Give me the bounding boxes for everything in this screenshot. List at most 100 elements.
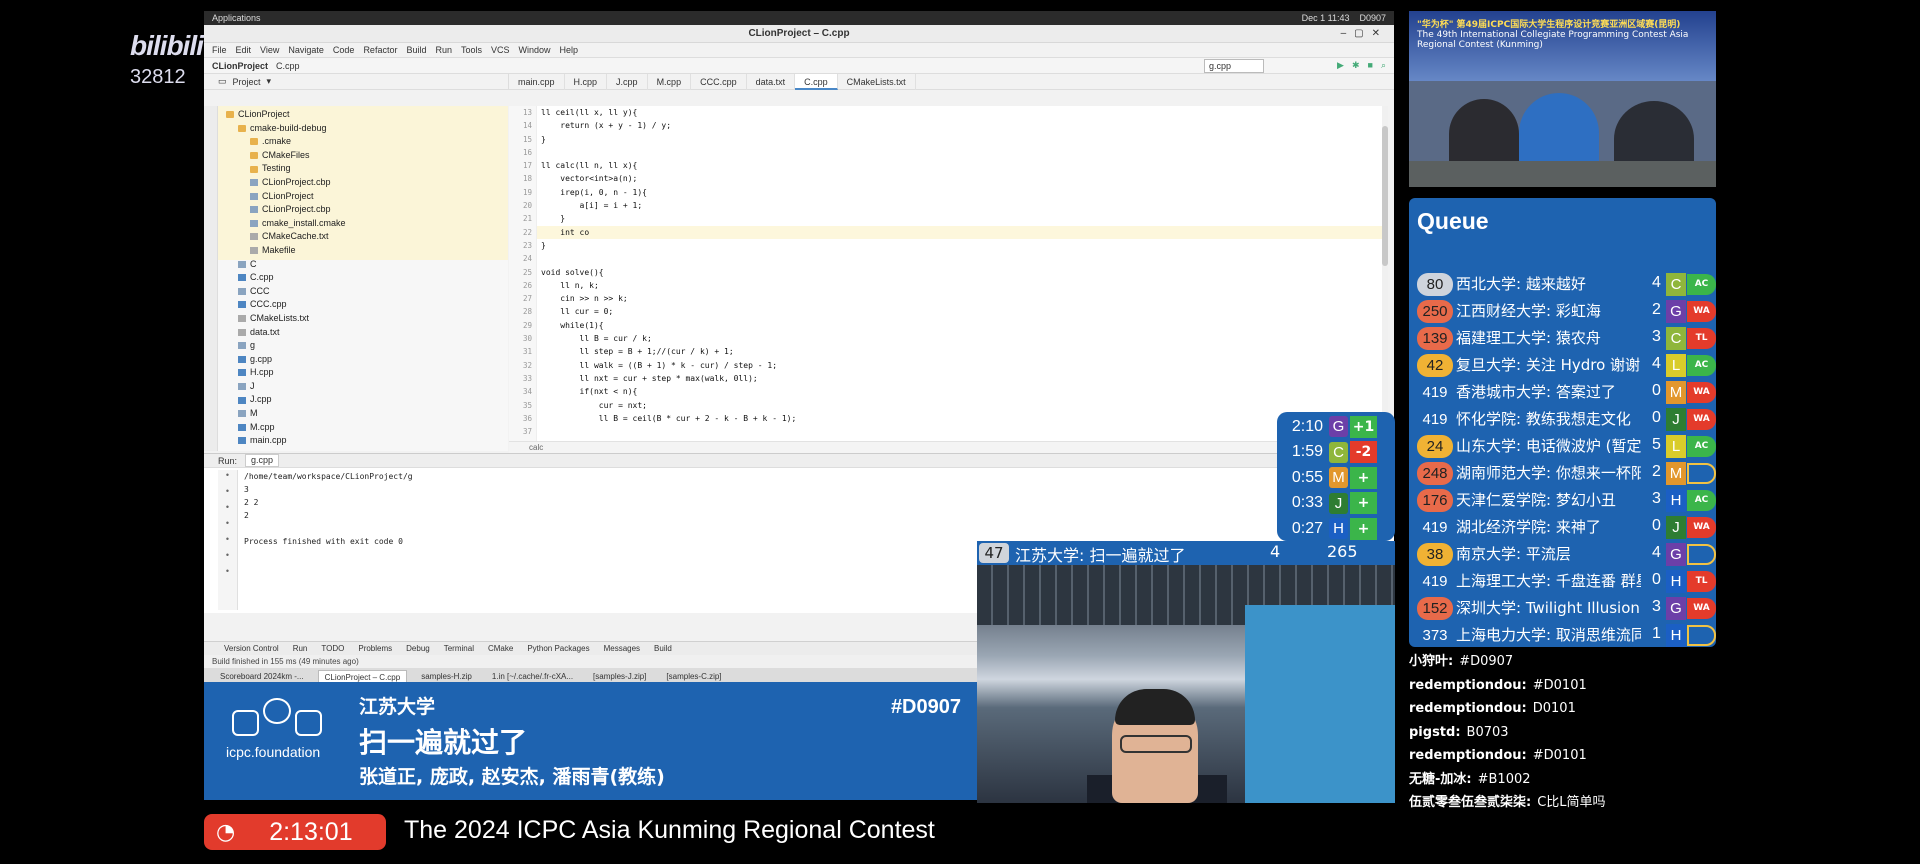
nav-file[interactable]: C.cpp — [276, 61, 300, 71]
tree-item[interactable]: J — [218, 380, 508, 394]
menu-item-file[interactable]: File — [212, 45, 227, 55]
tree-item[interactable]: Makefile — [218, 244, 508, 258]
print-icon[interactable]: • — [218, 534, 237, 550]
feed-row: 0:55 M + — [1277, 465, 1395, 491]
editor-tab[interactable]: CMakeLists.txt — [838, 73, 916, 90]
queue-solved: 0 — [1652, 409, 1661, 426]
menu-item-help[interactable]: Help — [560, 45, 579, 55]
queue-team: 怀化学院: 教练我想走文化 — [1456, 410, 1631, 428]
tree-item[interactable]: M.cpp — [218, 421, 508, 435]
code-editor[interactable]: ll ceil(ll x, ll y){ return (x + y - 1) … — [537, 106, 1387, 441]
tree-item[interactable]: C — [218, 258, 508, 272]
team-label: 江苏大学: 扫一遍就过了 — [1015, 546, 1186, 565]
menu-item-view[interactable]: View — [260, 45, 279, 55]
code-line: ll cur = 0; — [541, 307, 614, 317]
bottom-tool-tab[interactable]: Build — [654, 644, 672, 653]
queue-rank: 248 — [1417, 462, 1453, 485]
wrap-icon[interactable]: • — [218, 518, 237, 534]
tree-item[interactable]: CMakeLists.txt — [218, 312, 508, 326]
tree-item[interactable]: .cmake — [218, 135, 508, 149]
stop-icon[interactable]: • — [218, 486, 237, 502]
problem-badge: J — [1666, 408, 1686, 431]
tree-item[interactable]: g.cpp — [218, 353, 508, 367]
editor-tab[interactable]: J.cpp — [607, 73, 648, 90]
run-config-select[interactable]: g.cpp — [1204, 59, 1264, 73]
rerun-icon[interactable]: • — [218, 470, 237, 486]
stop-icon[interactable]: ■ — [1368, 60, 1373, 71]
clock-date: Dec 1 11:43 — [1301, 13, 1350, 23]
menu-item-window[interactable]: Window — [519, 45, 551, 55]
tree-item[interactable]: CLionProject — [218, 108, 508, 122]
bottom-tool-tab[interactable]: TODO — [321, 644, 344, 653]
run-panel-header: Run: g.cpp — [204, 454, 1394, 468]
applications-menu[interactable]: Applications — [212, 13, 261, 23]
bottom-tool-tab[interactable]: Problems — [358, 644, 392, 653]
tree-item[interactable]: g — [218, 339, 508, 353]
tree-item[interactable]: J.cpp — [218, 393, 508, 407]
editor-tab[interactable]: M.cpp — [648, 73, 692, 90]
file-icon — [250, 206, 258, 214]
tree-item-label: CMakeCache.txt — [262, 231, 329, 242]
tree-item[interactable]: CLionProject.cbp — [218, 176, 508, 190]
editor-tab[interactable]: CCC.cpp — [691, 73, 747, 90]
tree-item[interactable]: CMakeFiles — [218, 149, 508, 163]
window-controls[interactable]: –▢✕ — [1341, 25, 1388, 43]
bottom-tool-tab[interactable]: Messages — [604, 644, 640, 653]
tree-item[interactable]: CMakeCache.txt — [218, 230, 508, 244]
nav-project[interactable]: CLionProject — [212, 61, 268, 71]
run-icon[interactable]: ▶ — [1337, 60, 1344, 71]
menu-item-navigate[interactable]: Navigate — [288, 45, 324, 55]
queue-result: WA — [1687, 598, 1716, 619]
window-title-bar: CLionProject – C.cpp –▢✕ — [204, 25, 1394, 43]
chat-message: pigstd: B0703 — [1409, 721, 1716, 745]
tree-item[interactable]: Testing — [218, 162, 508, 176]
bottom-tool-tab[interactable]: Debug — [406, 644, 430, 653]
pin-icon[interactable]: • — [218, 550, 237, 566]
menu-item-run[interactable]: Run — [435, 45, 452, 55]
queue-row: 24 山东大学: 电话微波炉 (暂定) 5 L AC — [1409, 433, 1716, 460]
problem-badge: H — [1666, 489, 1686, 512]
menu-item-code[interactable]: Code — [333, 45, 355, 55]
team-rank: 47 — [979, 543, 1009, 563]
tree-item[interactable]: CCC.cpp — [218, 298, 508, 312]
menu-item-vcs[interactable]: VCS — [491, 45, 510, 55]
tree-item[interactable]: M — [218, 407, 508, 421]
bottom-tool-tab[interactable]: Version Control — [224, 644, 279, 653]
tree-item[interactable]: cmake_install.cmake — [218, 217, 508, 231]
tree-item[interactable]: main.cpp — [218, 434, 508, 448]
queue-row: 419 湖北经济学院: 来神了 0 J WA — [1409, 514, 1716, 541]
tree-item[interactable]: CLionProject — [218, 190, 508, 204]
file-icon — [238, 301, 246, 309]
queue-result: WA — [1687, 517, 1716, 538]
trash-icon[interactable]: • — [218, 566, 237, 582]
menu-item-refactor[interactable]: Refactor — [363, 45, 397, 55]
editor-scrollbar[interactable] — [1382, 106, 1388, 441]
editor-tab[interactable]: H.cpp — [565, 73, 608, 90]
tree-item[interactable]: C.cpp — [218, 271, 508, 285]
bottom-tool-tab[interactable]: CMake — [488, 644, 513, 653]
queue-team: 上海理工大学: 千盘连番 群星耀路 — [1456, 572, 1641, 590]
settings-icon[interactable]: • — [218, 502, 237, 518]
tree-item[interactable]: H.cpp — [218, 366, 508, 380]
tree-item[interactable]: CCC — [218, 285, 508, 299]
code-breadcrumb[interactable]: calc — [509, 441, 1389, 453]
tree-item-label: g.cpp — [250, 353, 273, 364]
queue-result: TL — [1687, 571, 1716, 592]
run-output-line: 3 — [244, 485, 249, 494]
editor-tab[interactable]: C.cpp — [795, 73, 838, 90]
menu-item-tools[interactable]: Tools — [461, 45, 482, 55]
tree-item[interactable]: CLionProject.cbp — [218, 203, 508, 217]
editor-tab[interactable]: data.txt — [747, 73, 796, 90]
tree-item[interactable]: cmake-build-debug — [218, 122, 508, 136]
project-panel-header[interactable]: ▭ Project ▾ — [204, 74, 509, 89]
debug-icon[interactable]: ✱ — [1352, 60, 1360, 71]
tree-item[interactable]: data.txt — [218, 326, 508, 340]
search-icon[interactable]: ⌕ — [1381, 60, 1386, 71]
bottom-tool-tab[interactable]: Terminal — [444, 644, 474, 653]
bottom-tool-tab[interactable]: Python Packages — [527, 644, 589, 653]
menu-item-build[interactable]: Build — [406, 45, 426, 55]
editor-tab[interactable]: main.cpp — [509, 73, 565, 90]
bottom-tool-tab[interactable]: Run — [293, 644, 308, 653]
menu-item-edit[interactable]: Edit — [236, 45, 252, 55]
run-tab[interactable]: g.cpp — [245, 454, 280, 467]
